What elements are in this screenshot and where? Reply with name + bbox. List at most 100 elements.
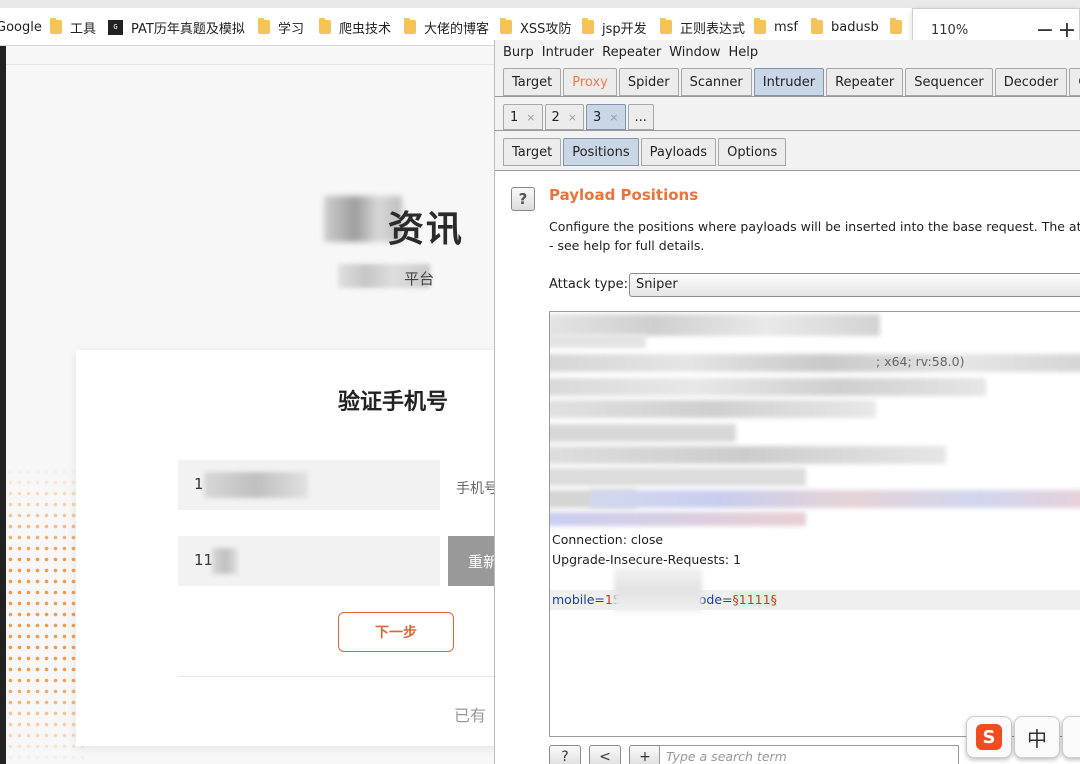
attack-type-label: Attack type:: [549, 277, 629, 292]
redacted-request-line: [550, 468, 806, 486]
attack-bar-divider: [495, 130, 1080, 131]
bookmark-more[interactable]: [890, 17, 910, 37]
website-page: XX资讯 XXXXXX平台 验证手机号 1 手机号 11 重新 下一步 已有: [6, 46, 508, 764]
redacted-request-line: [550, 424, 736, 442]
bookmark-jsp[interactable]: jsp开发: [582, 17, 647, 37]
next-step-button[interactable]: 下一步: [338, 612, 454, 652]
folder-icon: [258, 18, 270, 34]
bookmark-msf[interactable]: msf: [754, 17, 798, 37]
menu-burp[interactable]: Burp: [503, 45, 534, 60]
bookmark-pat[interactable]: G PAT历年真题及模拟: [108, 17, 245, 37]
attack-tab-3[interactable]: 3 ×: [586, 104, 626, 130]
close-icon[interactable]: ×: [609, 111, 618, 124]
folder-icon: [500, 18, 512, 34]
pat-icon: G: [108, 19, 123, 35]
search-help-button[interactable]: ?: [549, 745, 581, 764]
burp-menu-bar: Burp Intruder Repeater Window Help: [495, 40, 1080, 64]
code-input[interactable]: 11: [178, 536, 440, 586]
positions-panel: ? Payload Positions Configure the positi…: [495, 170, 1080, 764]
folder-icon: [890, 18, 902, 34]
redacted-request-line: [590, 490, 1080, 508]
attack-tab-label: 2: [551, 109, 560, 125]
subtab-positions[interactable]: Positions: [563, 138, 639, 166]
tab-target[interactable]: Target: [503, 68, 562, 96]
close-icon[interactable]: ×: [526, 111, 535, 124]
redacted-param-blur: [614, 568, 702, 612]
folder-icon: [660, 18, 672, 34]
address-bar-strip: [0, 0, 1080, 8]
bookmark-label: 大佬的博客: [424, 21, 490, 37]
folder-icon: [754, 18, 766, 34]
request-partial-text: ; x64; rv:58.0): [876, 354, 965, 369]
page-divider: [6, 64, 494, 65]
menu-help[interactable]: Help: [729, 45, 759, 60]
folder-icon: [811, 18, 823, 34]
request-editor[interactable]: ; x64; rv:58.0) Connection: close Upgrad…: [549, 311, 1080, 737]
folder-icon: [582, 18, 594, 34]
param-key: mobile=: [552, 592, 605, 607]
tab-intruder[interactable]: Intruder: [753, 68, 825, 96]
attack-tab-bar: 1 × 2 × 3 × ...: [503, 104, 656, 130]
attack-tab-2[interactable]: 2 ×: [544, 104, 584, 130]
bookmark-google[interactable]: Google: [0, 17, 42, 37]
bookmark-tools[interactable]: 工具: [50, 17, 96, 37]
bookmark-regex[interactable]: 正则表达式: [660, 17, 745, 37]
search-input[interactable]: Type a search term: [659, 745, 959, 764]
tab-scanner[interactable]: Scanner: [680, 68, 752, 96]
request-upgrade-line: Upgrade-Insecure-Requests: 1: [552, 552, 742, 567]
attack-tab-1[interactable]: 1 ×: [503, 104, 543, 130]
bookmark-label: 学习: [278, 21, 305, 37]
phone-input[interactable]: 1: [178, 460, 440, 510]
close-icon[interactable]: ×: [568, 111, 577, 124]
subtab-options[interactable]: Options: [718, 138, 787, 166]
ime-extra-button[interactable]: [1062, 716, 1080, 758]
subtab-payloads[interactable]: Payloads: [640, 138, 717, 166]
bookmark-study[interactable]: 学习: [258, 17, 304, 37]
burp-window: Burp Intruder Repeater Window Help Targe…: [494, 40, 1080, 764]
bookmark-label: 正则表达式: [680, 21, 746, 37]
tab-sequencer[interactable]: Sequencer: [905, 68, 993, 96]
bookmark-label: jsp开发: [602, 21, 647, 37]
bookmark-blogs[interactable]: 大佬的博客: [404, 17, 489, 37]
redacted-request-line: [550, 446, 946, 464]
tab-proxy[interactable]: Proxy: [563, 68, 617, 96]
menu-repeater[interactable]: Repeater: [602, 45, 661, 60]
redacted-request-line: [550, 354, 1080, 372]
menu-intruder[interactable]: Intruder: [542, 45, 594, 60]
tab-repeater[interactable]: Repeater: [826, 68, 904, 96]
folder-icon: [319, 18, 331, 34]
tab-decoder[interactable]: Decoder: [994, 68, 1068, 96]
bookmark-label: Google: [0, 19, 42, 35]
redacted-request-line: [550, 378, 986, 396]
bookmark-badusb[interactable]: badusb: [811, 17, 879, 37]
redacted-request-line: [550, 512, 806, 526]
folder-icon: [50, 18, 62, 34]
help-button[interactable]: ?: [511, 187, 535, 211]
bookmark-xss[interactable]: XSS攻防: [500, 17, 571, 37]
code-redaction: [212, 548, 238, 574]
have-account-link[interactable]: 已有: [454, 702, 486, 726]
site-subtitle: XXXXXX平台: [340, 268, 434, 289]
tab-spider[interactable]: Spider: [618, 68, 679, 96]
sogou-ime-button[interactable]: S: [966, 716, 1012, 758]
menu-window[interactable]: Window: [669, 45, 720, 60]
param-key: ode=: [698, 592, 733, 607]
add-button[interactable]: +: [629, 745, 661, 764]
attack-tab-new[interactable]: ...: [627, 104, 654, 130]
payload-marker: §1111§: [732, 592, 777, 607]
attack-type-select[interactable]: Sniper: [629, 273, 1080, 297]
decorative-dots: [6, 466, 86, 764]
card-divider: [178, 676, 500, 677]
description-line: Configure the positions where payloads w…: [549, 219, 1080, 234]
subtab-target[interactable]: Target: [503, 138, 562, 166]
screen: Google 工具 G PAT历年真题及模拟 学习 爬虫技术 大佬的博客 XSS攻…: [0, 0, 1080, 764]
redacted-request-line: [550, 334, 646, 348]
phone-value: 1: [194, 475, 204, 493]
bookmark-crawler[interactable]: 爬虫技术: [319, 17, 391, 37]
code-value: 11: [194, 551, 214, 569]
ime-chinese-toggle[interactable]: 中: [1014, 716, 1060, 758]
phone-redaction: [204, 472, 308, 498]
tab-comparer[interactable]: Comparer: [1069, 68, 1080, 96]
request-connection-line: Connection: close: [552, 532, 664, 547]
previous-button[interactable]: <: [589, 745, 621, 764]
